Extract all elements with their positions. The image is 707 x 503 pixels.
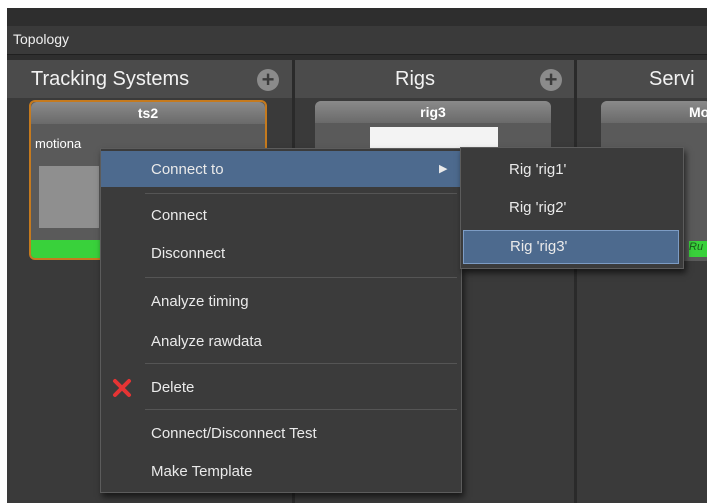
menu-separator <box>145 277 457 278</box>
menu-separator <box>145 409 457 410</box>
menu-item-make-template[interactable]: Make Template <box>101 455 461 487</box>
menu-item-label: Delete <box>151 379 195 396</box>
menu-item-label: Connect to <box>151 161 224 178</box>
submenu-item-rig2[interactable]: Rig 'rig2' <box>461 192 683 224</box>
menu-item-connect[interactable]: Connect <box>101 199 461 231</box>
column-label: Servi <box>649 68 695 90</box>
menu-item-label: Analyze rawdata <box>151 333 262 350</box>
card-subtitle: motiona <box>35 136 82 151</box>
menu-item-label: Connect <box>151 207 207 224</box>
menu-item-connect-to[interactable]: Connect to ▶ <box>101 151 461 187</box>
menu-item-label: Disconnect <box>151 245 226 262</box>
menu-separator <box>145 193 457 194</box>
card-title: Mo <box>601 101 707 123</box>
menu-separator <box>145 363 457 364</box>
add-rig-button[interactable]: + <box>540 69 562 91</box>
card-title: ts2 <box>31 102 265 124</box>
column-header-services: Servi <box>577 60 707 98</box>
menu-item-analyze-rawdata[interactable]: Analyze rawdata <box>101 325 461 357</box>
status-badge: Ru <box>689 241 707 257</box>
card-title: rig3 <box>315 101 551 123</box>
menu-item-connect-disconnect-test[interactable]: Connect/Disconnect Test <box>101 417 461 449</box>
column-header-tracking-systems: Tracking Systems + <box>7 60 295 98</box>
connect-to-submenu: Rig 'rig1' Rig 'rig2' Rig 'rig3' <box>460 147 684 269</box>
window-title: Topology <box>13 31 70 47</box>
menu-item-label: Connect/Disconnect Test <box>151 425 317 442</box>
add-tracking-system-button[interactable]: + <box>257 69 279 91</box>
submenu-arrow-icon: ▶ <box>439 163 448 175</box>
submenu-item-label: Rig 'rig2' <box>509 199 567 216</box>
delete-x-icon <box>113 379 131 397</box>
card-preview <box>39 166 99 228</box>
column-header-rigs: Rigs + <box>295 60 577 98</box>
submenu-item-label: Rig 'rig1' <box>509 161 567 178</box>
menu-item-disconnect[interactable]: Disconnect <box>101 237 461 269</box>
column-label: Rigs <box>395 68 436 90</box>
submenu-item-label: Rig 'rig3' <box>510 238 568 255</box>
menu-item-label: Make Template <box>151 463 253 480</box>
submenu-item-rig3[interactable]: Rig 'rig3' <box>463 230 679 264</box>
column-label: Tracking Systems <box>31 68 190 90</box>
submenu-item-rig1[interactable]: Rig 'rig1' <box>461 154 683 186</box>
context-menu: Connect to ▶ Connect Disconnect Analyze … <box>100 148 462 493</box>
menu-item-delete[interactable]: Delete <box>101 371 461 403</box>
menu-item-label: Analyze timing <box>151 293 249 310</box>
menu-item-analyze-timing[interactable]: Analyze timing <box>101 285 461 317</box>
title-bar: Topology <box>7 26 707 55</box>
